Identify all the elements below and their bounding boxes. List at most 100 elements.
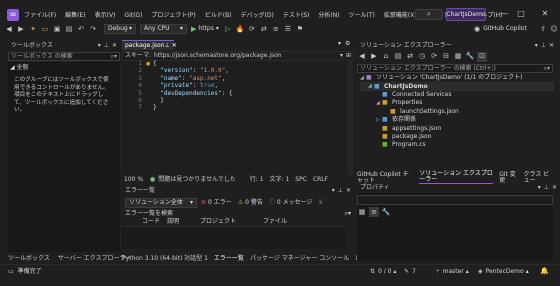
dropdown-icon[interactable]: ▾ (98, 42, 101, 49)
pin-icon[interactable]: ⊥ (541, 42, 546, 49)
indent-indicator[interactable]: SPC (295, 176, 307, 183)
error-column-header[interactable]: ファイル (263, 219, 323, 225)
pin-icon[interactable]: ⊥ (544, 184, 549, 191)
tab-package-json[interactable]: package.json ⊥ ✕ (122, 40, 177, 50)
visual-studio-logo-icon[interactable]: ∞ (7, 9, 19, 21)
sync-icon[interactable]: ⇄ (405, 52, 415, 62)
redo-icon[interactable]: ↷ (88, 24, 98, 34)
solution-explorer-tab[interactable]: クラス ビュー (523, 171, 554, 184)
feedback-icon[interactable]: ☺ (549, 24, 559, 34)
save-icon[interactable]: ▣ (52, 24, 62, 34)
search-icon[interactable]: ⌕ (415, 9, 443, 20)
error-column-header[interactable]: プロジェクト (200, 219, 260, 225)
preview-icon[interactable]: ⊡ (477, 51, 487, 62)
platform-select[interactable]: Any CPU ▾ (140, 24, 187, 34)
status-changes[interactable]: ⇅ 0 / 0 ▴ (370, 269, 396, 275)
filter-icon[interactable]: ⊻ (319, 200, 323, 206)
warnings-filter-button[interactable]: ⚠ 0 警告 (238, 200, 263, 206)
status-pending-edits[interactable]: ✎ 7 (404, 269, 416, 275)
format-icon[interactable]: ≡ (271, 24, 281, 34)
menu-item[interactable]: Git(G) (124, 13, 142, 19)
split-icon[interactable]: ⊞ (346, 53, 351, 59)
run-button[interactable]: ▶ https ▾ (191, 25, 219, 33)
share-icon[interactable]: ⇪ (538, 24, 548, 34)
tree-item[interactable]: ◢ ■ ChartJsDemo (360, 82, 554, 91)
tree-item[interactable]: ■ Program.cs (360, 141, 554, 149)
pending-changes-icon[interactable]: ◷ (417, 52, 427, 62)
configuration-select[interactable]: Debug ▾ (104, 24, 136, 34)
notification-bell-icon[interactable]: 🔔 (540, 268, 549, 275)
open-folder-icon[interactable]: ▭ (40, 24, 50, 34)
toolbox-group-general[interactable]: ◢ 全般 (8, 62, 120, 74)
refresh-icon[interactable]: ⟳ (429, 52, 439, 62)
pin-icon[interactable]: ⊥ (104, 42, 109, 49)
wrench-icon[interactable]: 🔧 (465, 52, 475, 62)
error-column-header[interactable]: コード (142, 219, 164, 225)
menu-item[interactable]: テスト(S) (283, 13, 310, 19)
github-copilot-button[interactable]: ◉ GitHub Copilot (474, 24, 527, 34)
close-icon[interactable]: ✕ (552, 184, 557, 191)
output-icon[interactable]: ▭ (8, 269, 14, 275)
toolbox-tab[interactable]: ツールボックス (8, 255, 50, 262)
properties-object-select[interactable] (357, 195, 553, 205)
menu-item[interactable]: 編集(E) (65, 13, 85, 19)
tree-item[interactable]: ◢ ■ ソリューション 'ChartJsDemo' (1/1 のプロジェクト) (360, 74, 554, 82)
close-icon[interactable]: ✕ (346, 187, 351, 194)
errors-filter-button[interactable]: ⊗ 0 エラー (201, 200, 232, 206)
forward-icon[interactable]: ▶ (16, 24, 26, 34)
bottom-tab[interactable]: エラー一覧 (214, 255, 244, 262)
toggle-icon[interactable]: ☰ (283, 24, 293, 34)
settings-icon[interactable]: ⚙ (345, 41, 350, 47)
pin-icon[interactable]: ⊥ (338, 187, 343, 194)
status-repo[interactable]: ◈ PentecDemo ▴ (478, 269, 529, 275)
collapse-all-icon[interactable]: ⊟ (441, 52, 451, 62)
dropdown-icon[interactable]: ▾ (538, 184, 541, 191)
lightbulb-icon[interactable]: ● (146, 62, 151, 67)
tree-item[interactable]: ■ appsettings.json (360, 124, 554, 132)
toolbox-tab[interactable]: サーバー エクスプローラー (58, 255, 132, 262)
property-pages-icon[interactable]: 🔧 (381, 207, 391, 217)
undo-icon[interactable]: ↶ (76, 24, 86, 34)
messages-filter-button[interactable]: ⓘ 0 メッセージ (269, 200, 313, 206)
alphabetical-icon[interactable]: ≡ (369, 207, 379, 217)
menu-item[interactable]: ツール(T) (349, 13, 375, 19)
dropdown-icon[interactable]: ▾ (535, 42, 538, 49)
error-list-search[interactable]: エラー一覧を検索 ⌕▾ (122, 209, 354, 218)
switch-view-icon[interactable]: ▤ (393, 52, 403, 62)
categorized-icon[interactable]: ▦ (357, 207, 367, 217)
new-item-icon[interactable]: ✦ (28, 24, 38, 34)
browser-link-icon[interactable]: ⇄ (259, 24, 269, 34)
chevron-down-icon[interactable]: ▾ (340, 53, 343, 59)
status-branch[interactable]: ⑂ master ▴ (436, 269, 469, 275)
schema-url[interactable]: https://json.schemastore.org/package.jso… (154, 53, 282, 59)
solution-name-badge[interactable]: ChartJsDemo (446, 8, 486, 21)
back-icon[interactable]: ◀ (4, 24, 14, 34)
show-all-files-icon[interactable]: ▦ (453, 52, 463, 62)
toolbox-search-input[interactable]: ツールボックス の検索 ⌕▾ (8, 52, 120, 61)
solution-explorer-tab[interactable]: Git 変更 (499, 171, 517, 184)
menu-item[interactable]: ファイル(F) (24, 13, 56, 19)
bottom-tab[interactable]: パッケージ マネージャー コンソール (250, 255, 349, 262)
forward-icon[interactable]: ▶ (369, 52, 379, 62)
menu-item[interactable]: 分析(N) (318, 13, 339, 19)
dropdown-icon[interactable]: ▾ (332, 187, 335, 194)
error-scope-select[interactable]: ソリューション全体 ▾ (125, 198, 197, 208)
back-icon[interactable]: ◀ (357, 52, 367, 62)
home-icon[interactable]: ⌂ (381, 52, 391, 62)
issues-status[interactable]: 問題は見つかりませんでした (158, 176, 236, 183)
error-column-header[interactable]: 説明 (167, 219, 197, 225)
tree-item[interactable]: ■ launchSettings.json (360, 108, 554, 116)
maximize-button[interactable]: □ (514, 8, 528, 20)
menu-item[interactable]: 拡張機能(X) (384, 13, 417, 19)
line-ending-indicator[interactable]: CRLF (313, 176, 328, 183)
menu-item[interactable]: 表示(V) (95, 13, 116, 19)
tree-item[interactable]: ■ Connected Services (360, 91, 554, 99)
bottom-tab[interactable]: Python 3.10 (64-bit) 対話型 1 (122, 255, 208, 262)
save-all-icon[interactable]: ▤ (64, 24, 74, 34)
editor-scrollbar[interactable] (347, 61, 353, 174)
menu-item[interactable]: ビルド(B) (205, 13, 232, 19)
close-icon[interactable]: ✕ (549, 42, 554, 49)
solution-explorer-tab[interactable]: GitHub Copilot チャット (357, 171, 413, 184)
close-icon[interactable]: ✕ (172, 42, 177, 49)
zoom-level[interactable]: 100 % (124, 176, 150, 183)
